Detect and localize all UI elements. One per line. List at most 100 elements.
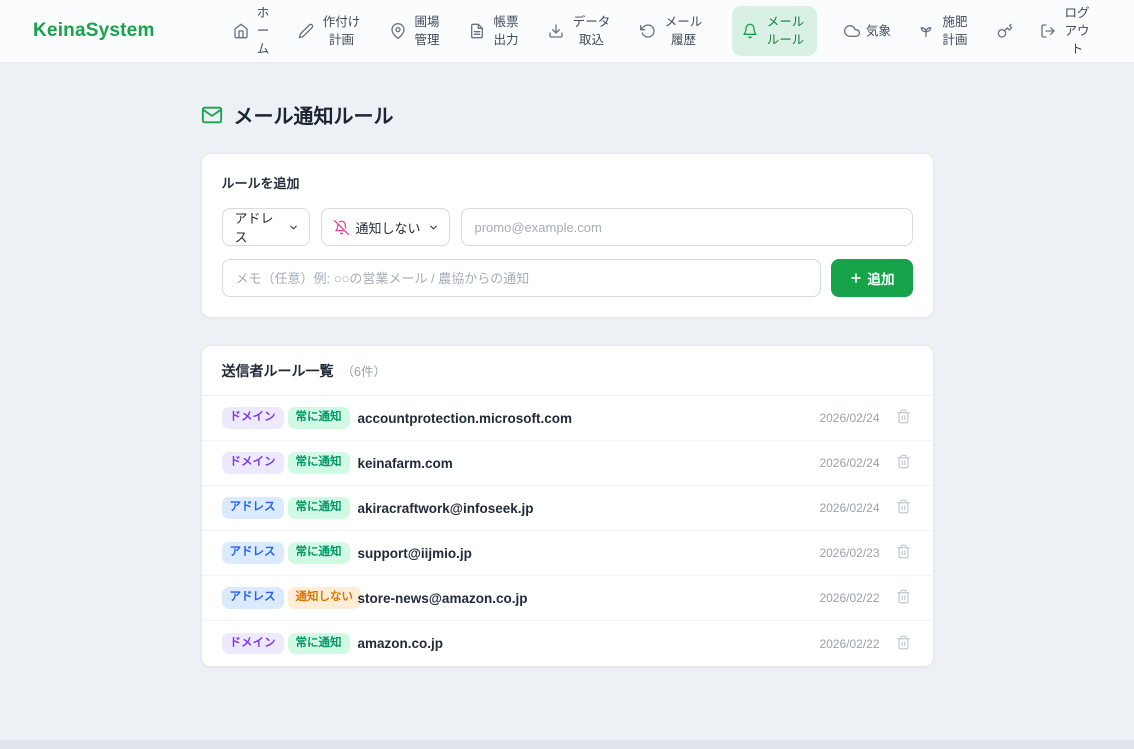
rule-value: keinafarm.com (358, 456, 806, 471)
map-pin-icon (390, 23, 406, 39)
rule-row: ドメイン 常に通知 accountprotection.microsoft.co… (202, 396, 933, 441)
rule-type-badge: ドメイン (222, 452, 284, 474)
delete-rule-button[interactable] (894, 407, 913, 429)
bell-icon (742, 23, 758, 39)
chevron-down-icon (428, 222, 439, 233)
rule-notify-badge: 常に通知 (288, 452, 350, 474)
nav-item-label: データ取込 (570, 13, 613, 49)
bell-off-icon (334, 220, 349, 235)
add-rule-row-1: アドレス 通知しない (222, 208, 913, 246)
rule-type-badge: アドレス (222, 587, 284, 609)
rule-date: 2026/02/24 (806, 456, 880, 470)
delete-rule-button[interactable] (894, 497, 913, 519)
rule-date: 2026/02/22 (806, 591, 880, 605)
rule-notify-badge: 常に通知 (288, 633, 350, 655)
footer (0, 740, 1134, 749)
nav-item-planting-plan[interactable]: 作付け計画 (298, 13, 363, 49)
nav-item-mail-rules[interactable]: メールルール (732, 6, 817, 56)
rule-row: アドレス 常に通知 support@iijmio.jp 2026/02/23 (202, 531, 933, 576)
pencil-icon (298, 23, 314, 39)
notify-action-select[interactable]: 通知しない (321, 208, 450, 246)
nav-item-label: 気象 (866, 22, 891, 40)
rule-type-badge: アドレス (222, 497, 284, 519)
page: KeinaSystem ホーム 作付け計画 圃場管理 (0, 0, 1134, 749)
nav-item-label: メールルール (764, 13, 807, 49)
address-input[interactable] (461, 208, 913, 246)
rule-value: accountprotection.microsoft.com (358, 411, 806, 426)
download-icon (548, 23, 564, 39)
rule-notify-badge: 通知しない (288, 587, 362, 609)
trash-icon (896, 544, 911, 562)
rule-notify-badge: 常に通知 (288, 497, 350, 519)
nav-item-fertilization-plan[interactable]: 施肥計画 (918, 13, 970, 49)
delete-rule-button[interactable] (894, 452, 913, 474)
rule-date: 2026/02/24 (806, 411, 880, 425)
nav-item-label: ホーム (255, 4, 271, 58)
notify-action-select-value: 通知しない (356, 218, 421, 237)
rule-type-select[interactable]: アドレス (222, 208, 310, 246)
add-rule-button[interactable]: 追加 (831, 259, 913, 297)
nav-item-weather[interactable]: 気象 (844, 22, 891, 40)
nav-item-home[interactable]: ホーム (233, 4, 271, 58)
mail-icon (201, 104, 223, 126)
nav-item-mail-history[interactable]: メール履歴 (640, 13, 705, 49)
trash-icon (896, 589, 911, 607)
history-icon (640, 23, 656, 39)
rule-value: amazon.co.jp (358, 636, 806, 651)
add-rule-button-label: 追加 (868, 268, 895, 288)
rule-type-badge: ドメイン (222, 633, 284, 655)
trash-icon (896, 454, 911, 472)
nav-item-logout[interactable]: ログアウト (1040, 4, 1092, 58)
add-rule-row-2: 追加 (222, 259, 913, 297)
sprout-icon (918, 23, 934, 39)
nav-item-password[interactable] (997, 23, 1013, 39)
rule-notify-badge: 常に通知 (288, 542, 350, 564)
rules-count: （6件） (342, 361, 386, 380)
rule-row: ドメイン 常に通知 keinafarm.com 2026/02/24 (202, 441, 933, 486)
rule-type-select-value: アドレス (235, 208, 281, 246)
rule-row: アドレス 常に通知 akiracraftwork@infoseek.jp 202… (202, 486, 933, 531)
rule-notify-badge: 常に通知 (288, 407, 350, 429)
nav-item-label: 作付け計画 (320, 13, 363, 49)
delete-rule-button[interactable] (894, 587, 913, 609)
page-title-row: メール通知ルール (201, 100, 934, 129)
rules-list-card: 送信者ルール一覧 （6件） ドメイン 常に通知 accountprotectio… (201, 345, 934, 667)
rule-type-badge: アドレス (222, 542, 284, 564)
rule-type-badge: ドメイン (222, 407, 284, 429)
memo-input[interactable] (222, 259, 821, 297)
rule-value: akiracraftwork@infoseek.jp (358, 501, 806, 516)
logout-icon (1040, 23, 1056, 39)
add-rule-card: ルールを追加 アドレス 通知しない (201, 153, 934, 318)
rule-value: support@iijmio.jp (358, 546, 806, 561)
rule-date: 2026/02/23 (806, 546, 880, 560)
trash-icon (896, 499, 911, 517)
rules-list-header: 送信者ルール一覧 （6件） (202, 346, 933, 396)
rule-date: 2026/02/22 (806, 637, 880, 651)
key-icon (997, 23, 1013, 39)
nav-item-label: 施肥計画 (940, 13, 970, 49)
nav-items: ホーム 作付け計画 圃場管理 帳票出力 (233, 4, 1092, 58)
delete-rule-button[interactable] (894, 633, 913, 655)
trash-icon (896, 409, 911, 427)
rule-value: store-news@amazon.co.jp (358, 591, 806, 606)
home-icon (233, 23, 249, 39)
rule-row: ドメイン 常に通知 amazon.co.jp 2026/02/22 (202, 621, 933, 666)
trash-icon (896, 635, 911, 653)
add-rule-heading: ルールを追加 (222, 173, 913, 192)
delete-rule-button[interactable] (894, 542, 913, 564)
rule-row: アドレス 通知しない store-news@amazon.co.jp 2026/… (202, 576, 933, 621)
chevron-down-icon (288, 222, 299, 233)
nav-item-data-import[interactable]: データ取込 (548, 13, 613, 49)
top-nav: KeinaSystem ホーム 作付け計画 圃場管理 (0, 0, 1134, 63)
nav-item-label: メール履歴 (662, 13, 705, 49)
rules-list-title: 送信者ルール一覧 (222, 361, 334, 381)
brand-logo[interactable]: KeinaSystem (33, 20, 155, 42)
page-title: メール通知ルール (234, 100, 394, 129)
cloud-icon (844, 23, 860, 39)
plus-icon (849, 271, 863, 285)
main-content: メール通知ルール ルールを追加 アドレス (0, 63, 1134, 740)
nav-item-field-management[interactable]: 圃場管理 (390, 13, 442, 49)
nav-item-report-output[interactable]: 帳票出力 (469, 13, 521, 49)
nav-item-label: ログアウト (1062, 4, 1092, 58)
nav-item-label: 圃場管理 (412, 13, 442, 49)
